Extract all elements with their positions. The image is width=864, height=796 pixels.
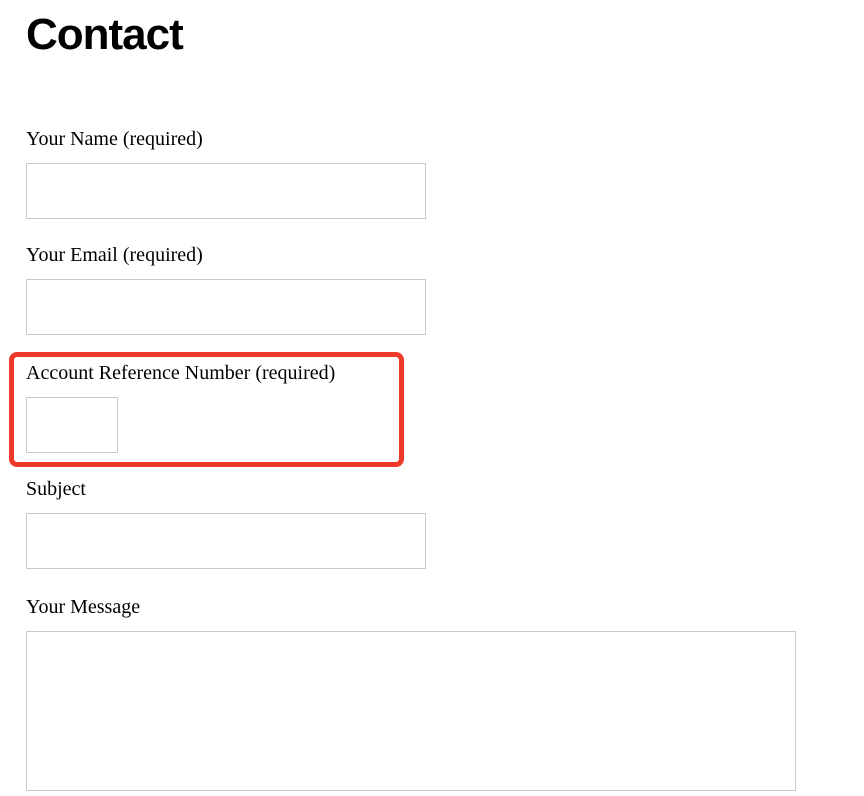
subject-label: Subject [26, 478, 426, 501]
email-label: Your Email (required) [26, 244, 426, 267]
account-input[interactable] [26, 397, 118, 453]
field-group-email: Your Email (required) [26, 244, 426, 335]
account-label: Account Reference Number (required) [26, 362, 335, 385]
message-label: Your Message [26, 596, 796, 619]
field-group-subject: Subject [26, 478, 426, 569]
field-group-name: Your Name (required) [26, 128, 426, 219]
page-title: Contact [26, 10, 183, 60]
name-input[interactable] [26, 163, 426, 219]
email-input[interactable] [26, 279, 426, 335]
field-group-message: Your Message [26, 596, 796, 796]
message-textarea[interactable] [26, 631, 796, 791]
subject-input[interactable] [26, 513, 426, 569]
name-label: Your Name (required) [26, 128, 426, 151]
field-group-account: Account Reference Number (required) [26, 362, 335, 453]
